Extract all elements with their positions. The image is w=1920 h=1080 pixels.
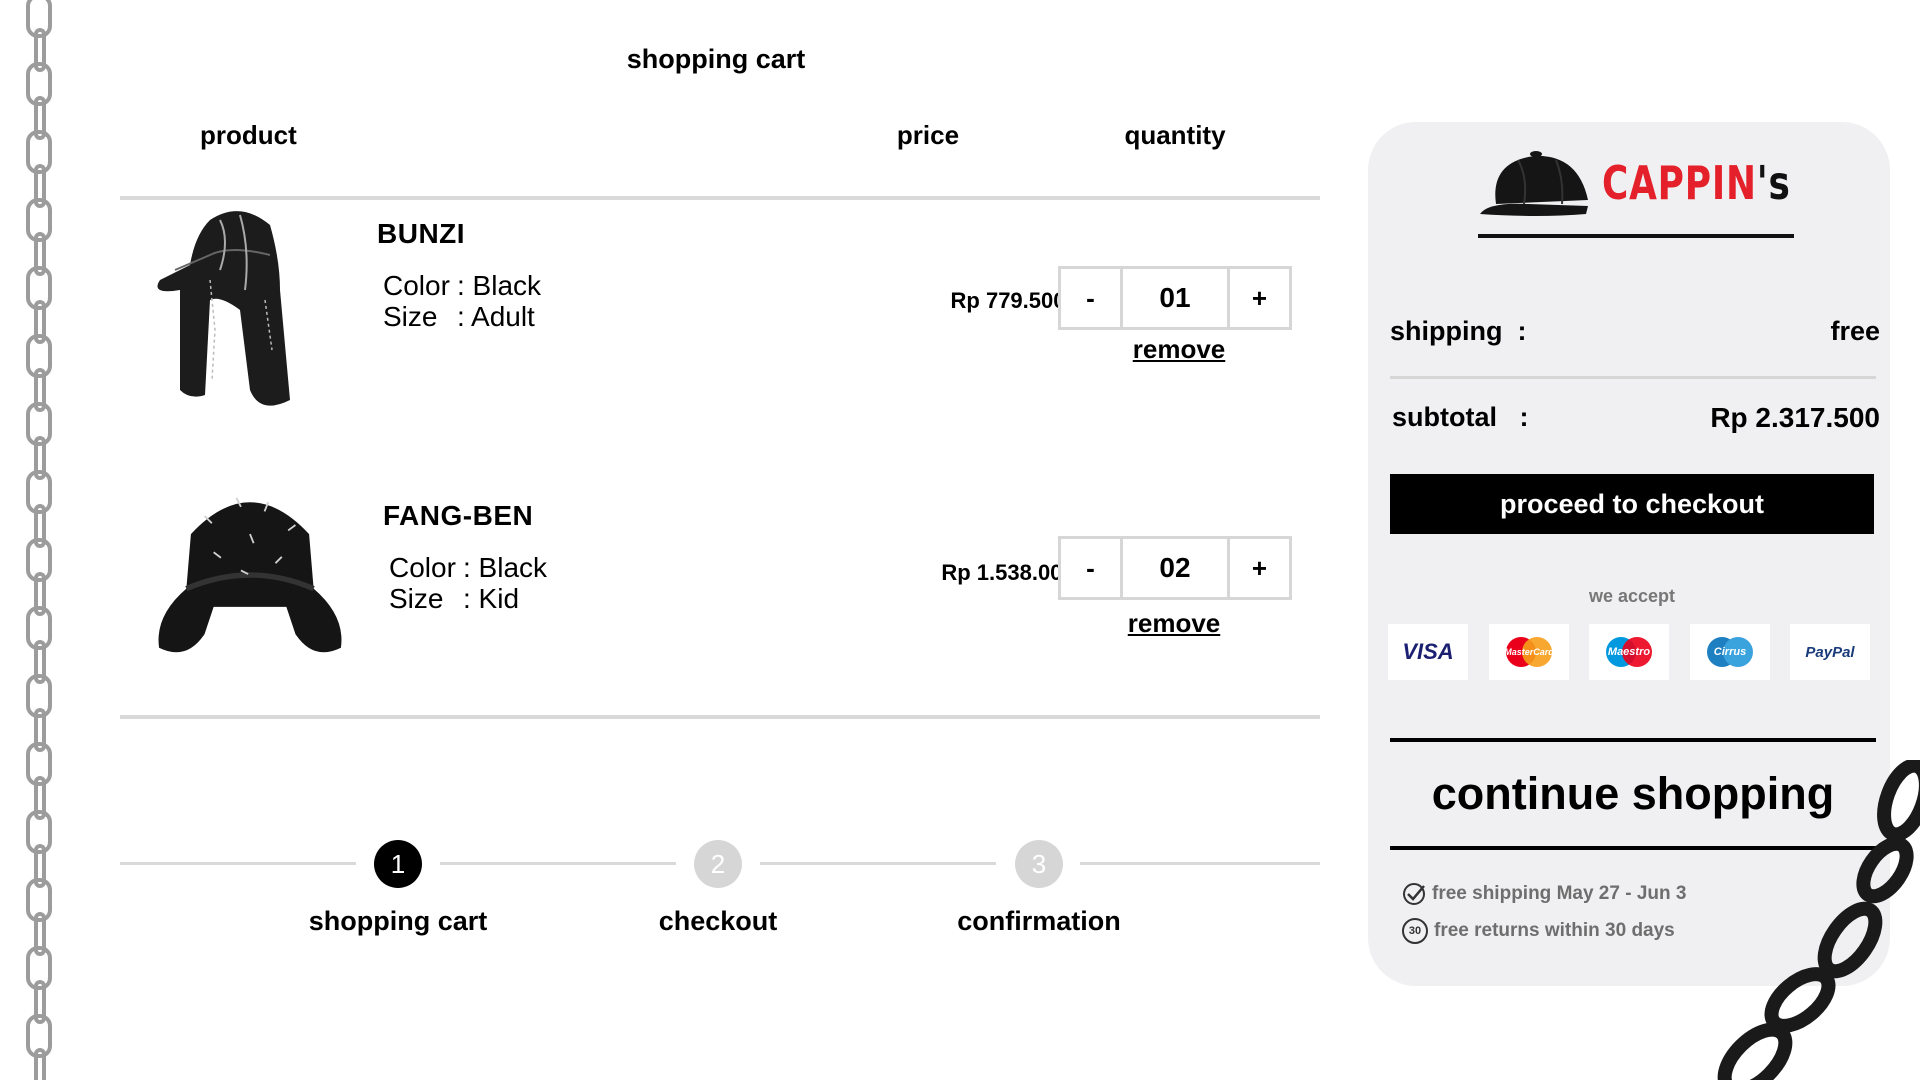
product-name: BUNZI (377, 218, 466, 249)
color-label: Color (383, 270, 450, 301)
step-2-indicator: 2 (694, 840, 742, 888)
shipping-perk: free shipping May 27 - Jun 3 (1402, 882, 1686, 906)
subtotal-value: Rp 2.317.500 (1710, 402, 1880, 433)
cap-logo-icon (1480, 151, 1588, 216)
quantity-stepper: - 02 + (1058, 536, 1292, 600)
size-label: Size (383, 301, 438, 332)
color-value: : Black (463, 552, 548, 583)
remove-item-link[interactable]: remove (1057, 608, 1291, 639)
page-title: shopping cart (626, 44, 806, 74)
maestro-icon: Maestro (1589, 624, 1669, 680)
product-attributes: Color: Black Size : Kid (389, 552, 547, 614)
subtotal-label: subtotal : (1392, 402, 1529, 432)
progress-line (440, 862, 676, 865)
thirty-days-icon: 30 (1402, 918, 1428, 944)
progress-line (120, 862, 356, 865)
quantity-value[interactable]: 02 (1123, 539, 1227, 597)
progress-line (760, 862, 996, 865)
shipping-perk-text: free shipping May 27 - Jun 3 (1432, 883, 1687, 904)
step-2-label: checkout (658, 906, 778, 936)
returns-perk-text: free returns within 30 days (1434, 920, 1675, 941)
decrease-quantity-button[interactable]: - (1061, 269, 1123, 327)
step-3-label: confirmation (957, 906, 1121, 936)
decrease-quantity-button[interactable]: - (1061, 539, 1123, 597)
product-image-fur-hat (158, 497, 342, 653)
product-image-cap (157, 211, 290, 406)
increase-quantity-button[interactable]: + (1227, 539, 1289, 597)
summary-divider (1390, 376, 1876, 379)
chain-decoration (1717, 760, 1920, 1080)
brand-name-suffix: 's (1756, 156, 1791, 210)
cart-item: FANG-BEN Color: Black Size: Kid Rp 1.538… (150, 470, 1300, 690)
quantity-value[interactable]: 01 (1123, 269, 1227, 327)
mastercard-icon: MasterCard (1489, 624, 1569, 680)
size-value: : Adult (457, 301, 535, 332)
progress-line (1080, 862, 1320, 865)
size-value: : Kid (463, 583, 520, 614)
brand-name: CAPPIN's (1602, 156, 1791, 210)
remove-item-link[interactable]: remove (1062, 334, 1296, 365)
cart-item: BUNZI Color: Black Size: Adult Rp 779.50… (150, 200, 1300, 420)
size-label: Size (389, 583, 444, 614)
visa-icon: VISA (1388, 624, 1468, 680)
brand-name-main: CAPPIN (1602, 156, 1757, 210)
table-divider-bottom (120, 715, 1320, 719)
chain-decoration (26, 0, 52, 1080)
product-name: FANG-BEN (383, 500, 534, 531)
step-3-indicator: 3 (1015, 840, 1063, 888)
paypal-icon: PayPal (1790, 624, 1870, 680)
product-attributes: Color: Black Size : Adult (383, 270, 541, 332)
checkmark-badge-icon (1403, 883, 1425, 905)
cirrus-icon: Cirrus (1690, 624, 1770, 680)
increase-quantity-button[interactable]: + (1227, 269, 1289, 327)
step-1-label: shopping cart (308, 906, 488, 936)
color-label: Color (389, 552, 456, 583)
color-value: : Black (457, 270, 542, 301)
column-header-product: product (200, 120, 297, 150)
brand-underline (1478, 234, 1794, 238)
returns-perk: 30 free returns within 30 days (1402, 918, 1675, 944)
shipping-value: free (1830, 316, 1880, 346)
we-accept-label: we accept (1588, 586, 1676, 606)
shipping-label: shipping : (1390, 316, 1527, 346)
step-1-indicator: 1 (374, 840, 422, 888)
column-header-quantity: quantity (1124, 120, 1226, 150)
quantity-stepper: - 01 + (1058, 266, 1292, 330)
brand-logo: CAPPIN's (1478, 140, 1798, 240)
column-header-price: price (896, 120, 960, 150)
proceed-to-checkout-button[interactable]: proceed to checkout (1390, 474, 1874, 534)
